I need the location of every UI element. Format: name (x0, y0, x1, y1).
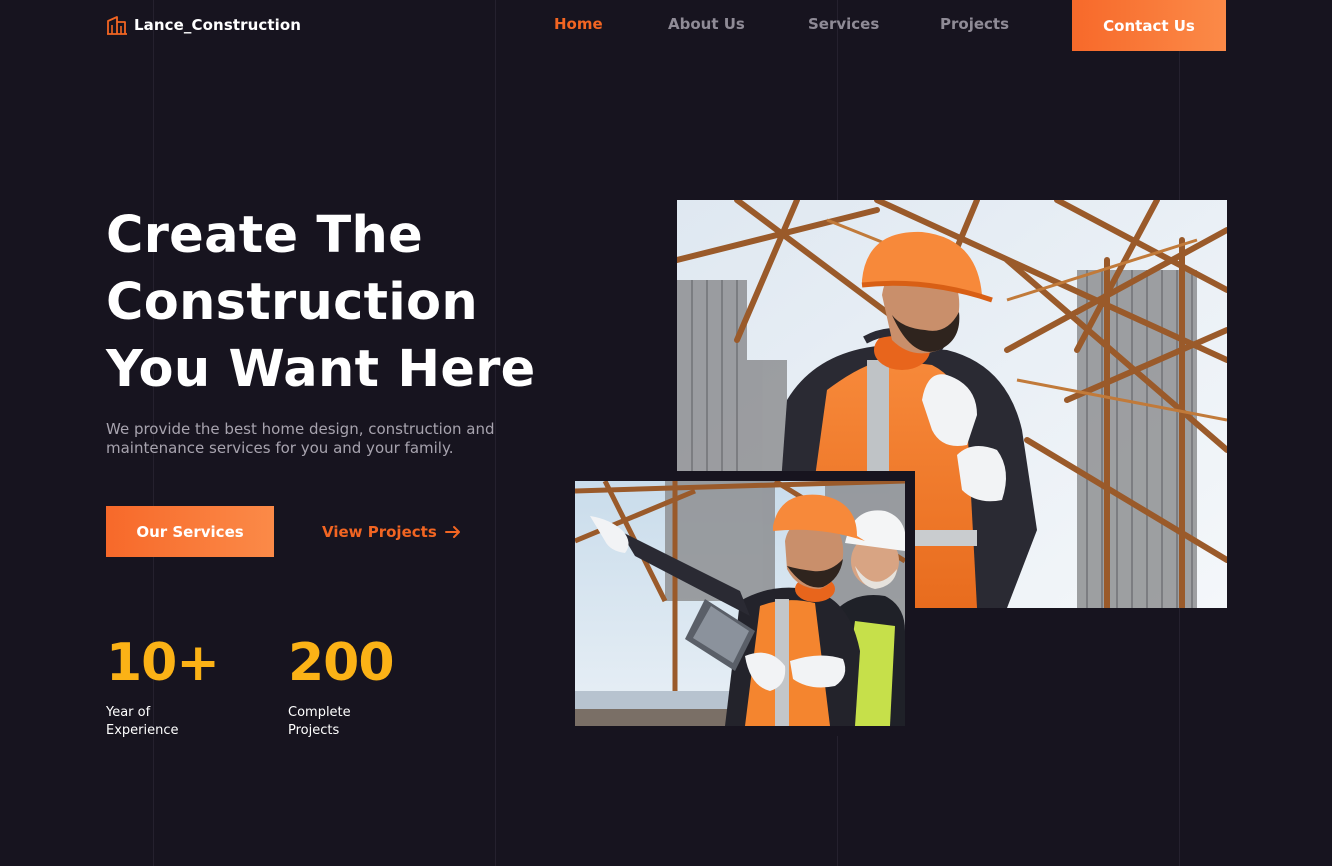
stat-value: 200 (288, 633, 395, 693)
stat-value: 10+ (106, 633, 220, 693)
stat-projects: 200 Complete Projects (288, 632, 398, 740)
nav-projects[interactable]: Projects (940, 15, 1009, 33)
nav-about-us[interactable]: About Us (668, 15, 745, 33)
hero-description: We provide the best home design, constru… (106, 420, 495, 457)
hero-photo-team (565, 471, 915, 736)
our-services-button[interactable]: Our Services (106, 506, 274, 557)
nav-home[interactable]: Home (554, 15, 603, 33)
hero-title-line: Construction (106, 273, 479, 332)
hero-title-line: You Want Here (106, 340, 536, 399)
stat-label: Complete Projects (288, 705, 351, 738)
hero-title-line: Create The (106, 206, 423, 265)
arrow-right-icon (444, 526, 460, 538)
site-header: Lance_Construction Home About Us Service… (0, 0, 1332, 51)
hero-title: Create The Construction You Want Here (106, 202, 586, 403)
view-projects-label: View Projects (322, 523, 437, 541)
nav-services[interactable]: Services (808, 15, 879, 33)
view-projects-link[interactable]: View Projects (322, 520, 461, 544)
contact-us-button[interactable]: Contact Us (1072, 0, 1226, 51)
stat-experience: 10+ Year of Experience (106, 632, 220, 740)
stat-label: Year of Experience (106, 705, 179, 738)
